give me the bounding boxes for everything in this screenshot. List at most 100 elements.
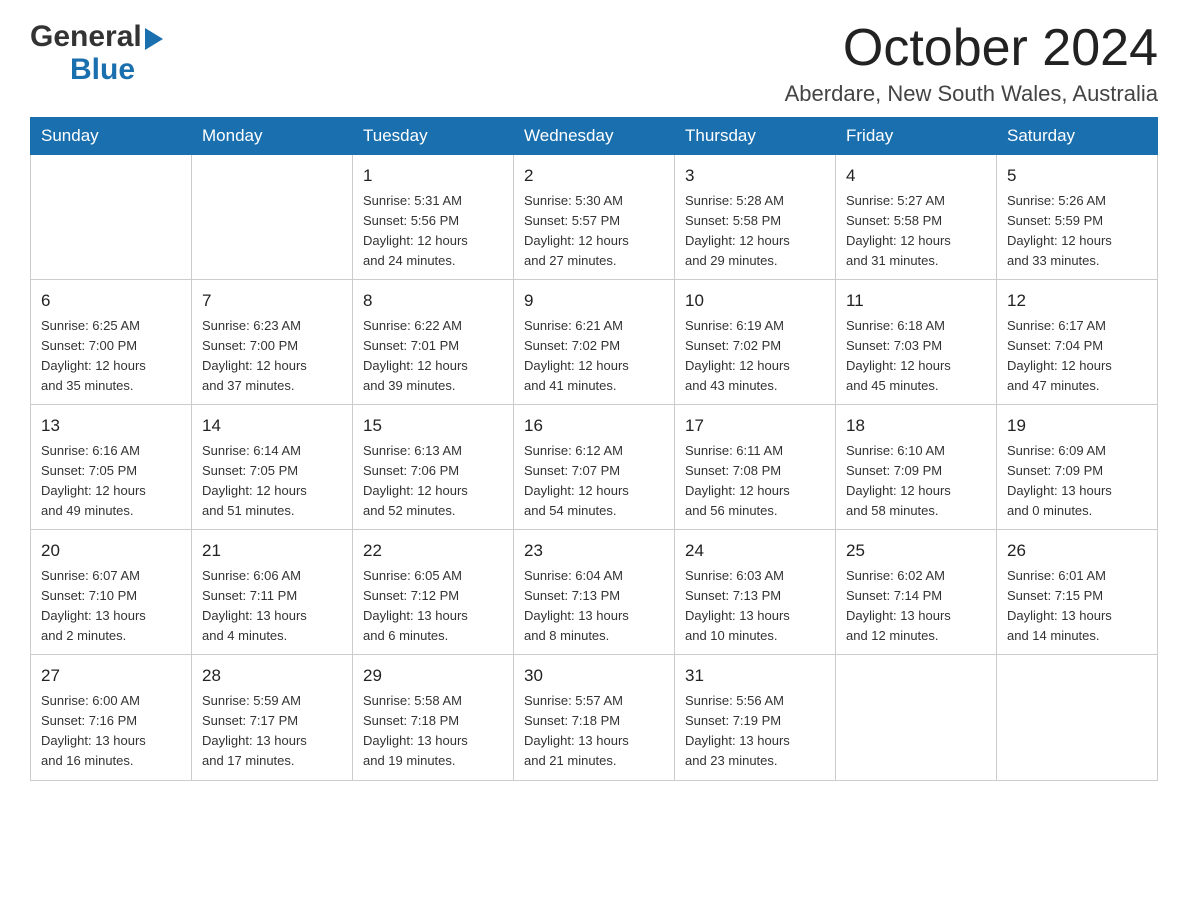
calendar-day-header: Saturday <box>997 118 1158 155</box>
calendar-cell <box>31 155 192 280</box>
calendar-cell: 9Sunrise: 6:21 AM Sunset: 7:02 PM Daylig… <box>514 280 675 405</box>
day-number: 23 <box>524 538 664 564</box>
day-number: 19 <box>1007 413 1147 439</box>
calendar-day-header: Sunday <box>31 118 192 155</box>
calendar-cell: 14Sunrise: 6:14 AM Sunset: 7:05 PM Dayli… <box>192 405 353 530</box>
calendar-cell: 16Sunrise: 6:12 AM Sunset: 7:07 PM Dayli… <box>514 405 675 530</box>
calendar-cell: 21Sunrise: 6:06 AM Sunset: 7:11 PM Dayli… <box>192 530 353 655</box>
calendar-cell: 30Sunrise: 5:57 AM Sunset: 7:18 PM Dayli… <box>514 655 675 780</box>
calendar-day-header: Thursday <box>675 118 836 155</box>
day-number: 5 <box>1007 163 1147 189</box>
cell-info: Sunrise: 6:22 AM Sunset: 7:01 PM Dayligh… <box>363 316 503 397</box>
title-block: October 2024 Aberdare, New South Wales, … <box>785 20 1158 107</box>
calendar-cell: 4Sunrise: 5:27 AM Sunset: 5:58 PM Daylig… <box>836 155 997 280</box>
day-number: 3 <box>685 163 825 189</box>
calendar-cell: 24Sunrise: 6:03 AM Sunset: 7:13 PM Dayli… <box>675 530 836 655</box>
cell-info: Sunrise: 6:07 AM Sunset: 7:10 PM Dayligh… <box>41 566 181 647</box>
calendar-cell: 26Sunrise: 6:01 AM Sunset: 7:15 PM Dayli… <box>997 530 1158 655</box>
day-number: 14 <box>202 413 342 439</box>
cell-info: Sunrise: 6:13 AM Sunset: 7:06 PM Dayligh… <box>363 441 503 522</box>
calendar-week-row: 13Sunrise: 6:16 AM Sunset: 7:05 PM Dayli… <box>31 405 1158 530</box>
cell-info: Sunrise: 6:10 AM Sunset: 7:09 PM Dayligh… <box>846 441 986 522</box>
cell-info: Sunrise: 6:11 AM Sunset: 7:08 PM Dayligh… <box>685 441 825 522</box>
calendar-cell: 17Sunrise: 6:11 AM Sunset: 7:08 PM Dayli… <box>675 405 836 530</box>
logo-blue-text: Blue <box>70 53 135 86</box>
calendar-cell: 28Sunrise: 5:59 AM Sunset: 7:17 PM Dayli… <box>192 655 353 780</box>
day-number: 16 <box>524 413 664 439</box>
calendar-cell: 15Sunrise: 6:13 AM Sunset: 7:06 PM Dayli… <box>353 405 514 530</box>
calendar-table: SundayMondayTuesdayWednesdayThursdayFrid… <box>30 117 1158 780</box>
calendar-cell <box>997 655 1158 780</box>
day-number: 17 <box>685 413 825 439</box>
calendar-cell: 27Sunrise: 6:00 AM Sunset: 7:16 PM Dayli… <box>31 655 192 780</box>
calendar-cell: 20Sunrise: 6:07 AM Sunset: 7:10 PM Dayli… <box>31 530 192 655</box>
logo: General Blue <box>30 20 163 86</box>
location-title: Aberdare, New South Wales, Australia <box>785 81 1158 107</box>
calendar-cell: 22Sunrise: 6:05 AM Sunset: 7:12 PM Dayli… <box>353 530 514 655</box>
calendar-week-row: 20Sunrise: 6:07 AM Sunset: 7:10 PM Dayli… <box>31 530 1158 655</box>
day-number: 6 <box>41 288 181 314</box>
day-number: 15 <box>363 413 503 439</box>
calendar-day-header: Wednesday <box>514 118 675 155</box>
cell-info: Sunrise: 5:58 AM Sunset: 7:18 PM Dayligh… <box>363 691 503 772</box>
day-number: 11 <box>846 288 986 314</box>
calendar-cell: 18Sunrise: 6:10 AM Sunset: 7:09 PM Dayli… <box>836 405 997 530</box>
day-number: 27 <box>41 663 181 689</box>
calendar-day-header: Tuesday <box>353 118 514 155</box>
cell-info: Sunrise: 5:56 AM Sunset: 7:19 PM Dayligh… <box>685 691 825 772</box>
day-number: 26 <box>1007 538 1147 564</box>
day-number: 2 <box>524 163 664 189</box>
day-number: 13 <box>41 413 181 439</box>
page-header: General Blue October 2024 Aberdare, New … <box>30 20 1158 107</box>
day-number: 1 <box>363 163 503 189</box>
day-number: 31 <box>685 663 825 689</box>
cell-info: Sunrise: 5:30 AM Sunset: 5:57 PM Dayligh… <box>524 191 664 272</box>
cell-info: Sunrise: 6:23 AM Sunset: 7:00 PM Dayligh… <box>202 316 342 397</box>
cell-info: Sunrise: 6:25 AM Sunset: 7:00 PM Dayligh… <box>41 316 181 397</box>
calendar-day-header: Monday <box>192 118 353 155</box>
cell-info: Sunrise: 6:04 AM Sunset: 7:13 PM Dayligh… <box>524 566 664 647</box>
calendar-week-row: 27Sunrise: 6:00 AM Sunset: 7:16 PM Dayli… <box>31 655 1158 780</box>
day-number: 7 <box>202 288 342 314</box>
calendar-header-row: SundayMondayTuesdayWednesdayThursdayFrid… <box>31 118 1158 155</box>
cell-info: Sunrise: 6:14 AM Sunset: 7:05 PM Dayligh… <box>202 441 342 522</box>
cell-info: Sunrise: 6:09 AM Sunset: 7:09 PM Dayligh… <box>1007 441 1147 522</box>
cell-info: Sunrise: 5:26 AM Sunset: 5:59 PM Dayligh… <box>1007 191 1147 272</box>
calendar-cell: 2Sunrise: 5:30 AM Sunset: 5:57 PM Daylig… <box>514 155 675 280</box>
cell-info: Sunrise: 6:06 AM Sunset: 7:11 PM Dayligh… <box>202 566 342 647</box>
calendar-cell: 19Sunrise: 6:09 AM Sunset: 7:09 PM Dayli… <box>997 405 1158 530</box>
calendar-cell: 6Sunrise: 6:25 AM Sunset: 7:00 PM Daylig… <box>31 280 192 405</box>
cell-info: Sunrise: 5:27 AM Sunset: 5:58 PM Dayligh… <box>846 191 986 272</box>
calendar-cell: 8Sunrise: 6:22 AM Sunset: 7:01 PM Daylig… <box>353 280 514 405</box>
day-number: 9 <box>524 288 664 314</box>
cell-info: Sunrise: 6:17 AM Sunset: 7:04 PM Dayligh… <box>1007 316 1147 397</box>
day-number: 18 <box>846 413 986 439</box>
day-number: 4 <box>846 163 986 189</box>
calendar-cell: 11Sunrise: 6:18 AM Sunset: 7:03 PM Dayli… <box>836 280 997 405</box>
cell-info: Sunrise: 6:19 AM Sunset: 7:02 PM Dayligh… <box>685 316 825 397</box>
logo-general-text: General <box>30 20 142 53</box>
calendar-cell: 23Sunrise: 6:04 AM Sunset: 7:13 PM Dayli… <box>514 530 675 655</box>
calendar-week-row: 6Sunrise: 6:25 AM Sunset: 7:00 PM Daylig… <box>31 280 1158 405</box>
calendar-day-header: Friday <box>836 118 997 155</box>
calendar-cell: 3Sunrise: 5:28 AM Sunset: 5:58 PM Daylig… <box>675 155 836 280</box>
day-number: 25 <box>846 538 986 564</box>
cell-info: Sunrise: 6:00 AM Sunset: 7:16 PM Dayligh… <box>41 691 181 772</box>
calendar-cell: 5Sunrise: 5:26 AM Sunset: 5:59 PM Daylig… <box>997 155 1158 280</box>
cell-info: Sunrise: 6:12 AM Sunset: 7:07 PM Dayligh… <box>524 441 664 522</box>
day-number: 20 <box>41 538 181 564</box>
day-number: 28 <box>202 663 342 689</box>
calendar-cell: 29Sunrise: 5:58 AM Sunset: 7:18 PM Dayli… <box>353 655 514 780</box>
cell-info: Sunrise: 6:01 AM Sunset: 7:15 PM Dayligh… <box>1007 566 1147 647</box>
cell-info: Sunrise: 6:05 AM Sunset: 7:12 PM Dayligh… <box>363 566 503 647</box>
calendar-cell: 31Sunrise: 5:56 AM Sunset: 7:19 PM Dayli… <box>675 655 836 780</box>
day-number: 21 <box>202 538 342 564</box>
cell-info: Sunrise: 5:57 AM Sunset: 7:18 PM Dayligh… <box>524 691 664 772</box>
calendar-cell: 25Sunrise: 6:02 AM Sunset: 7:14 PM Dayli… <box>836 530 997 655</box>
cell-info: Sunrise: 6:21 AM Sunset: 7:02 PM Dayligh… <box>524 316 664 397</box>
calendar-week-row: 1Sunrise: 5:31 AM Sunset: 5:56 PM Daylig… <box>31 155 1158 280</box>
day-number: 24 <box>685 538 825 564</box>
day-number: 8 <box>363 288 503 314</box>
calendar-cell <box>192 155 353 280</box>
cell-info: Sunrise: 6:16 AM Sunset: 7:05 PM Dayligh… <box>41 441 181 522</box>
